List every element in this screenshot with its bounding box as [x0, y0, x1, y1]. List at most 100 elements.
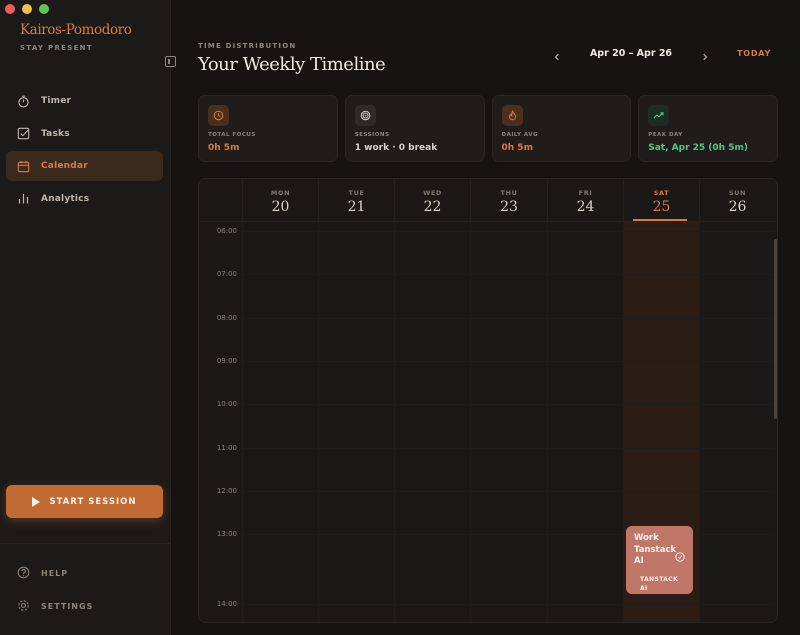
- event-title: Work Tanstack AI: [634, 533, 677, 566]
- check-circle-icon: [675, 547, 685, 562]
- day-header-mon[interactable]: MON 20: [242, 179, 318, 221]
- clock-icon: [208, 105, 229, 126]
- stat-value: 0h 5m: [501, 143, 533, 153]
- chevron-right-icon: [701, 46, 709, 65]
- day-header-wed[interactable]: WED 22: [394, 179, 470, 221]
- target-icon: [354, 105, 376, 126]
- day-date: 24: [576, 199, 595, 215]
- page-title: Your Weekly Timeline: [198, 54, 386, 75]
- day-date: 23: [500, 199, 518, 215]
- stat-value: 0h 5m: [208, 143, 240, 153]
- hour-label: 08:00: [216, 314, 237, 322]
- previous-week-button[interactable]: [546, 44, 568, 66]
- day-date: 20: [271, 199, 290, 215]
- bar-chart-icon: [17, 192, 30, 205]
- stat-label: DAILY AVG: [501, 132, 539, 138]
- hour-label: 07:00: [216, 270, 237, 278]
- hour-label: 09:00: [216, 357, 237, 365]
- app-brand: Kairos-Pomodoro: [20, 22, 132, 38]
- sidebar-item-label: Timer: [41, 96, 72, 106]
- sidebar: Kairos-Pomodoro STAY PRESENT Timer Tasks…: [0, 0, 176, 635]
- settings-link[interactable]: SETTINGS: [17, 597, 93, 616]
- zoom-window-button[interactable]: [39, 4, 49, 14]
- section-eyebrow: TIME DISTRIBUTION: [198, 42, 297, 50]
- week-range: Apr 20 – Apr 26: [589, 48, 673, 59]
- start-session-button[interactable]: START SESSION: [6, 485, 163, 518]
- app-tagline: STAY PRESENT: [20, 44, 93, 52]
- day-header-fri[interactable]: FRI 24: [547, 179, 623, 221]
- column-divider: [242, 221, 243, 622]
- help-icon: [17, 564, 30, 583]
- main-content: TIME DISTRIBUTION Your Weekly Timeline A…: [171, 0, 800, 635]
- gear-icon: [17, 597, 30, 616]
- hour-label: 12:00: [216, 487, 237, 495]
- hour-line: [242, 534, 774, 535]
- day-header-sat[interactable]: SAT 25: [623, 179, 699, 221]
- day-header-thu[interactable]: THU 23: [470, 179, 547, 221]
- sidebar-item-label: Calendar: [41, 161, 88, 171]
- column-divider: [547, 221, 548, 622]
- hour-label: 11:00: [216, 444, 237, 452]
- stat-card-peak-day: PEAK DAY Sat, Apr 25 (0h 5m): [638, 95, 778, 162]
- stat-value: 1 work · 0 break: [354, 143, 438, 153]
- day-date: 22: [423, 199, 442, 215]
- column-divider: [394, 221, 395, 622]
- hour-label: 13:00: [216, 530, 237, 538]
- day-header-sun[interactable]: SUN 26: [699, 179, 775, 221]
- help-label: HELP: [41, 569, 69, 578]
- hour-label: 10:00: [216, 400, 237, 408]
- calendar-icon: [17, 160, 30, 173]
- day-name: TUE: [348, 189, 365, 197]
- today-button[interactable]: TODAY: [737, 49, 771, 58]
- stat-card-total-focus: TOTAL FOCUS 0h 5m: [198, 95, 338, 162]
- sidebar-item-label: Analytics: [41, 193, 90, 204]
- flame-icon: [501, 105, 523, 126]
- hour-label: 06:00: [216, 227, 237, 235]
- hour-label: 14:00: [216, 600, 237, 608]
- day-name: THU: [500, 189, 518, 197]
- stat-label: PEAK DAY: [648, 132, 683, 138]
- sidebar-item-calendar[interactable]: Calendar: [6, 151, 163, 181]
- chevron-left-icon: [553, 46, 561, 65]
- day-name: WED: [423, 189, 442, 197]
- hour-line: [242, 274, 774, 275]
- stat-card-daily-avg: DAILY AVG 0h 5m: [491, 95, 632, 162]
- stats-row: TOTAL FOCUS 0h 5m SESSIONS 1 work · 0 br…: [198, 95, 778, 162]
- stat-card-sessions: SESSIONS 1 work · 0 break: [344, 95, 485, 162]
- day-header-tue[interactable]: TUE 21: [318, 179, 394, 221]
- column-divider: [318, 221, 319, 622]
- close-window-button[interactable]: [5, 4, 15, 14]
- checkbox-icon: [17, 127, 30, 140]
- next-week-button[interactable]: [694, 44, 716, 66]
- sidebar-item-analytics[interactable]: Analytics: [6, 184, 163, 214]
- day-name: SAT: [653, 189, 670, 197]
- calendar-scrollbar[interactable]: [774, 239, 777, 419]
- day-name: MON: [270, 189, 291, 197]
- calendar-event[interactable]: Work Tanstack AI TANSTACK AI: [626, 526, 693, 594]
- hour-line: [242, 404, 774, 405]
- minimize-window-button[interactable]: [22, 4, 32, 14]
- sidebar-item-timer[interactable]: Timer: [6, 86, 163, 116]
- hour-line: [242, 361, 774, 362]
- sidebar-item-tasks[interactable]: Tasks: [6, 119, 163, 149]
- stat-value: Sat, Apr 25 (0h 5m): [648, 143, 748, 153]
- trend-up-icon: [648, 105, 670, 126]
- stat-label: TOTAL FOCUS: [208, 132, 256, 138]
- day-name: FRI: [578, 189, 593, 197]
- day-name: SUN: [728, 189, 747, 197]
- hour-line: [242, 604, 774, 605]
- hour-line: [242, 448, 774, 449]
- day-date: 21: [347, 199, 366, 215]
- column-divider: [623, 221, 624, 622]
- help-link[interactable]: HELP: [17, 564, 68, 583]
- stat-label: SESSIONS: [354, 132, 390, 138]
- sidebar-divider: [0, 543, 171, 544]
- header-divider: [199, 221, 777, 222]
- hour-line: [242, 491, 774, 492]
- day-date: 26: [728, 199, 747, 215]
- play-icon: [32, 496, 41, 507]
- sidebar-nav: Timer Tasks Calendar Analytics: [6, 86, 163, 216]
- window-controls: [5, 4, 49, 14]
- event-tag: TANSTACK AI: [640, 575, 679, 592]
- stopwatch-icon: [17, 95, 30, 108]
